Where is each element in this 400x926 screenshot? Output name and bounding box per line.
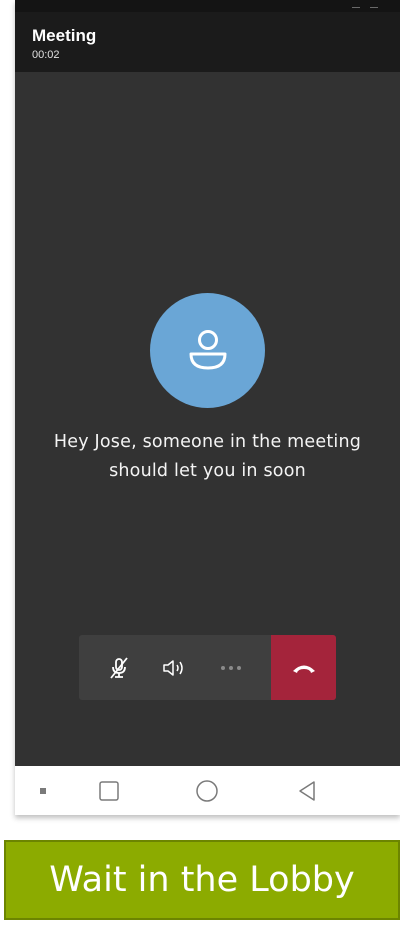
call-area: Hey Jose, someone in the meeting should …	[15, 72, 400, 766]
status-icons	[352, 0, 378, 10]
hang-up-button[interactable]	[271, 635, 336, 700]
status-bar	[15, 0, 400, 12]
call-controls	[79, 635, 336, 700]
person-icon	[189, 329, 226, 369]
status-signal-icon	[352, 3, 360, 8]
lobby-message: Hey Jose, someone in the meeting should …	[53, 432, 362, 481]
triangle-back-icon	[299, 780, 315, 801]
meeting-timer: 00:02	[32, 49, 60, 61]
phone-screen: Meeting 00:02 Hey Jose, someone in the m…	[15, 0, 400, 815]
meeting-header: Meeting 00:02	[15, 12, 400, 72]
hang-up-phone-icon	[292, 665, 315, 673]
square-icon	[99, 780, 119, 801]
menu-dot-icon	[40, 787, 46, 794]
speaker-icon	[163, 659, 183, 676]
nav-back-button[interactable]	[285, 766, 329, 815]
more-options-icon	[221, 665, 241, 670]
nav-menu-button[interactable]	[21, 766, 65, 815]
speaker-button[interactable]	[151, 635, 199, 700]
mute-button[interactable]	[95, 635, 143, 700]
circle-icon	[196, 779, 218, 802]
avatar	[150, 293, 265, 408]
microphone-muted-icon	[110, 656, 128, 679]
nav-recents-button[interactable]	[87, 766, 131, 815]
meeting-title: Meeting	[32, 26, 97, 45]
more-options-button[interactable]	[207, 635, 255, 700]
wait-in-lobby-banner[interactable]: Wait in the Lobby	[4, 840, 400, 920]
nav-home-button[interactable]	[185, 766, 229, 815]
android-nav-bar	[15, 766, 400, 815]
status-battery-icon	[370, 3, 378, 8]
